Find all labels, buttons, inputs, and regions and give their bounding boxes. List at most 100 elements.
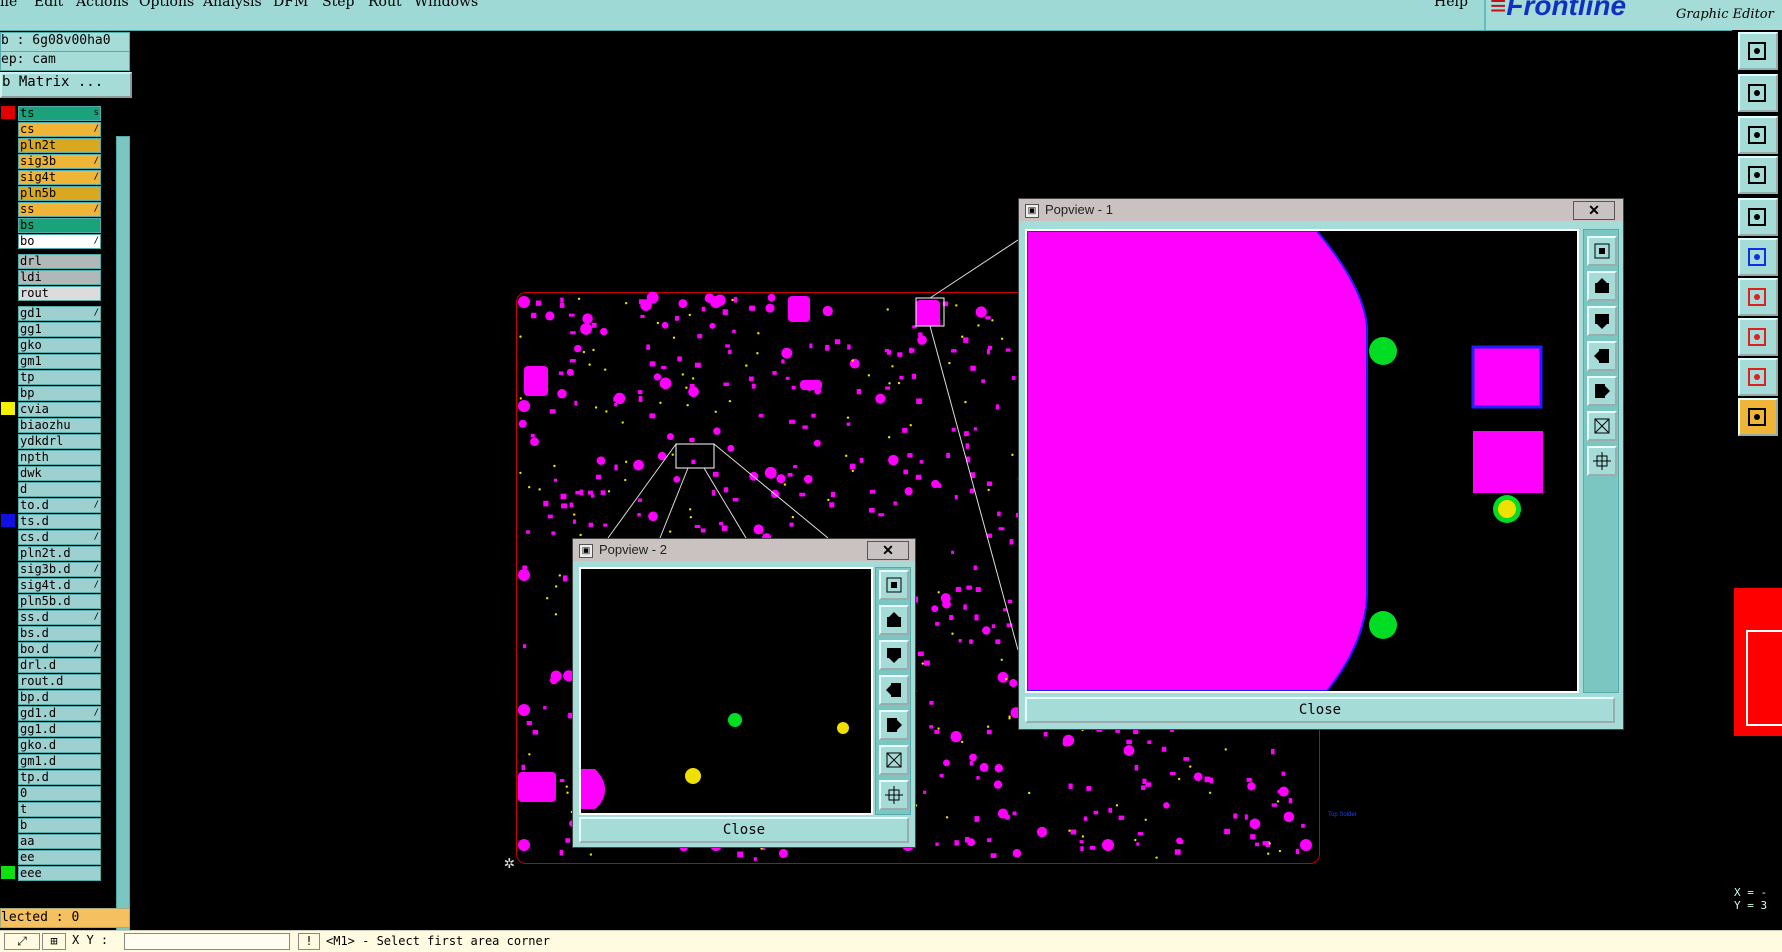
via-dot — [851, 469, 855, 473]
smd-pad — [733, 296, 738, 303]
smd-pad — [878, 513, 885, 517]
zoom-in-icon[interactable] — [879, 570, 909, 600]
via-dot — [827, 498, 830, 502]
snap-icon[interactable] — [1738, 198, 1778, 236]
round-pad — [659, 377, 672, 390]
smd-pad — [949, 615, 954, 620]
smd-pad — [847, 344, 851, 350]
round-pad — [997, 808, 1009, 819]
line-icon[interactable] — [1738, 278, 1778, 316]
round-pad — [653, 373, 662, 381]
via-dot — [607, 490, 611, 493]
pan-up-icon[interactable] — [879, 605, 909, 635]
via-dot — [937, 591, 940, 594]
zoom-out-icon[interactable] — [1587, 411, 1617, 441]
snap-toggle-icon[interactable]: ⤢ — [4, 933, 40, 950]
popview-2-close-button[interactable]: Close — [579, 817, 909, 843]
via-dot — [603, 368, 607, 371]
pan-down-icon[interactable] — [1587, 306, 1617, 336]
smd-pad — [600, 490, 606, 495]
via-dot — [589, 853, 593, 856]
smd-pad — [649, 361, 656, 367]
net-icon[interactable] — [1738, 238, 1778, 276]
fit-screen-icon[interactable] — [1738, 116, 1778, 154]
round-pad — [943, 759, 950, 767]
smd-pad — [969, 761, 974, 766]
via-dot — [566, 791, 569, 794]
round-pad — [666, 433, 674, 440]
via-dot — [519, 335, 522, 338]
pan-right-icon[interactable] — [1587, 376, 1617, 406]
smd-pad — [1086, 786, 1092, 791]
pan-right-icon[interactable] — [879, 710, 909, 740]
round-pad — [1249, 818, 1261, 830]
smd-pad — [694, 362, 701, 368]
smd-pad — [1005, 348, 1011, 352]
round-pad — [764, 466, 777, 479]
pan-left-icon[interactable] — [879, 675, 909, 705]
smd-pad — [587, 490, 593, 495]
via-dot — [582, 350, 586, 354]
smd-pad — [1301, 823, 1305, 828]
smd-pad — [574, 400, 578, 406]
zoom-in-icon[interactable] — [1587, 236, 1617, 266]
via-dot — [891, 365, 894, 368]
mounting-pad — [518, 839, 530, 851]
popview-1-close-button[interactable]: Close — [1025, 697, 1615, 723]
round-pad — [904, 487, 913, 496]
smd-pad — [1244, 814, 1248, 820]
select-feature-icon[interactable] — [1738, 318, 1778, 356]
smd-pad — [1246, 777, 1252, 782]
pan-left-icon[interactable] — [1587, 341, 1617, 371]
popview-1-toolbar — [1583, 229, 1619, 693]
via-dot — [659, 401, 662, 405]
via-dot — [1000, 337, 1004, 341]
smd-pad — [565, 838, 570, 843]
smd-pad — [969, 488, 975, 494]
pointer-icon[interactable] — [1738, 398, 1778, 436]
xy-input[interactable] — [124, 933, 290, 950]
smd-pad — [859, 457, 864, 463]
popview-2-titlebar[interactable]: ▣ Popview - 2 ✕ — [573, 539, 915, 561]
round-pad — [557, 389, 567, 399]
via-dot — [558, 574, 562, 577]
via-dot — [691, 377, 695, 380]
popview-2-view[interactable] — [579, 567, 873, 815]
coord-y: Y = 3 — [1734, 899, 1768, 912]
popview-1-close-icon[interactable]: ✕ — [1573, 201, 1615, 220]
smd-pad — [907, 453, 913, 458]
smd-pad — [915, 474, 922, 480]
status-bar: ⤢ ⊞ X Y : ! <M1> - Select first area cor… — [0, 930, 1782, 952]
fit-view-icon[interactable] — [1587, 446, 1617, 476]
popview-2-close-icon[interactable]: ✕ — [867, 541, 909, 560]
zoom-home-icon[interactable] — [1738, 32, 1778, 70]
smd-pad — [923, 790, 927, 794]
via-dot — [668, 530, 672, 533]
smd-pad — [568, 313, 575, 317]
smd-pad — [802, 425, 808, 429]
pan-down-icon[interactable] — [879, 640, 909, 670]
popview-1-titlebar[interactable]: ▣ Popview - 1 ✕ — [1019, 199, 1623, 221]
pan-up-icon[interactable] — [1587, 271, 1617, 301]
via-dot — [977, 324, 980, 327]
popview-1-view[interactable] — [1025, 229, 1579, 693]
smd-pad — [929, 700, 934, 705]
grid-icon[interactable]: ⊞ — [42, 933, 66, 950]
measure-icon[interactable] — [1738, 156, 1778, 194]
round-pad — [1009, 679, 1018, 688]
via-dot — [681, 373, 684, 376]
warning-icon[interactable]: ! — [298, 933, 320, 950]
zoom-out-icon[interactable] — [879, 745, 909, 775]
smd-pad — [1204, 776, 1211, 783]
via-dot — [519, 397, 522, 400]
round-pad — [765, 303, 775, 313]
draw-icon[interactable] — [1738, 358, 1778, 396]
zoom-back-icon[interactable] — [1738, 74, 1778, 112]
fit-view-icon[interactable] — [879, 780, 909, 810]
via-dot — [937, 727, 940, 730]
smd-pad — [591, 322, 597, 328]
smd-pad — [637, 390, 643, 395]
round-pad — [1012, 848, 1022, 858]
red-outline — [1746, 630, 1782, 726]
smd-pad — [902, 427, 908, 433]
